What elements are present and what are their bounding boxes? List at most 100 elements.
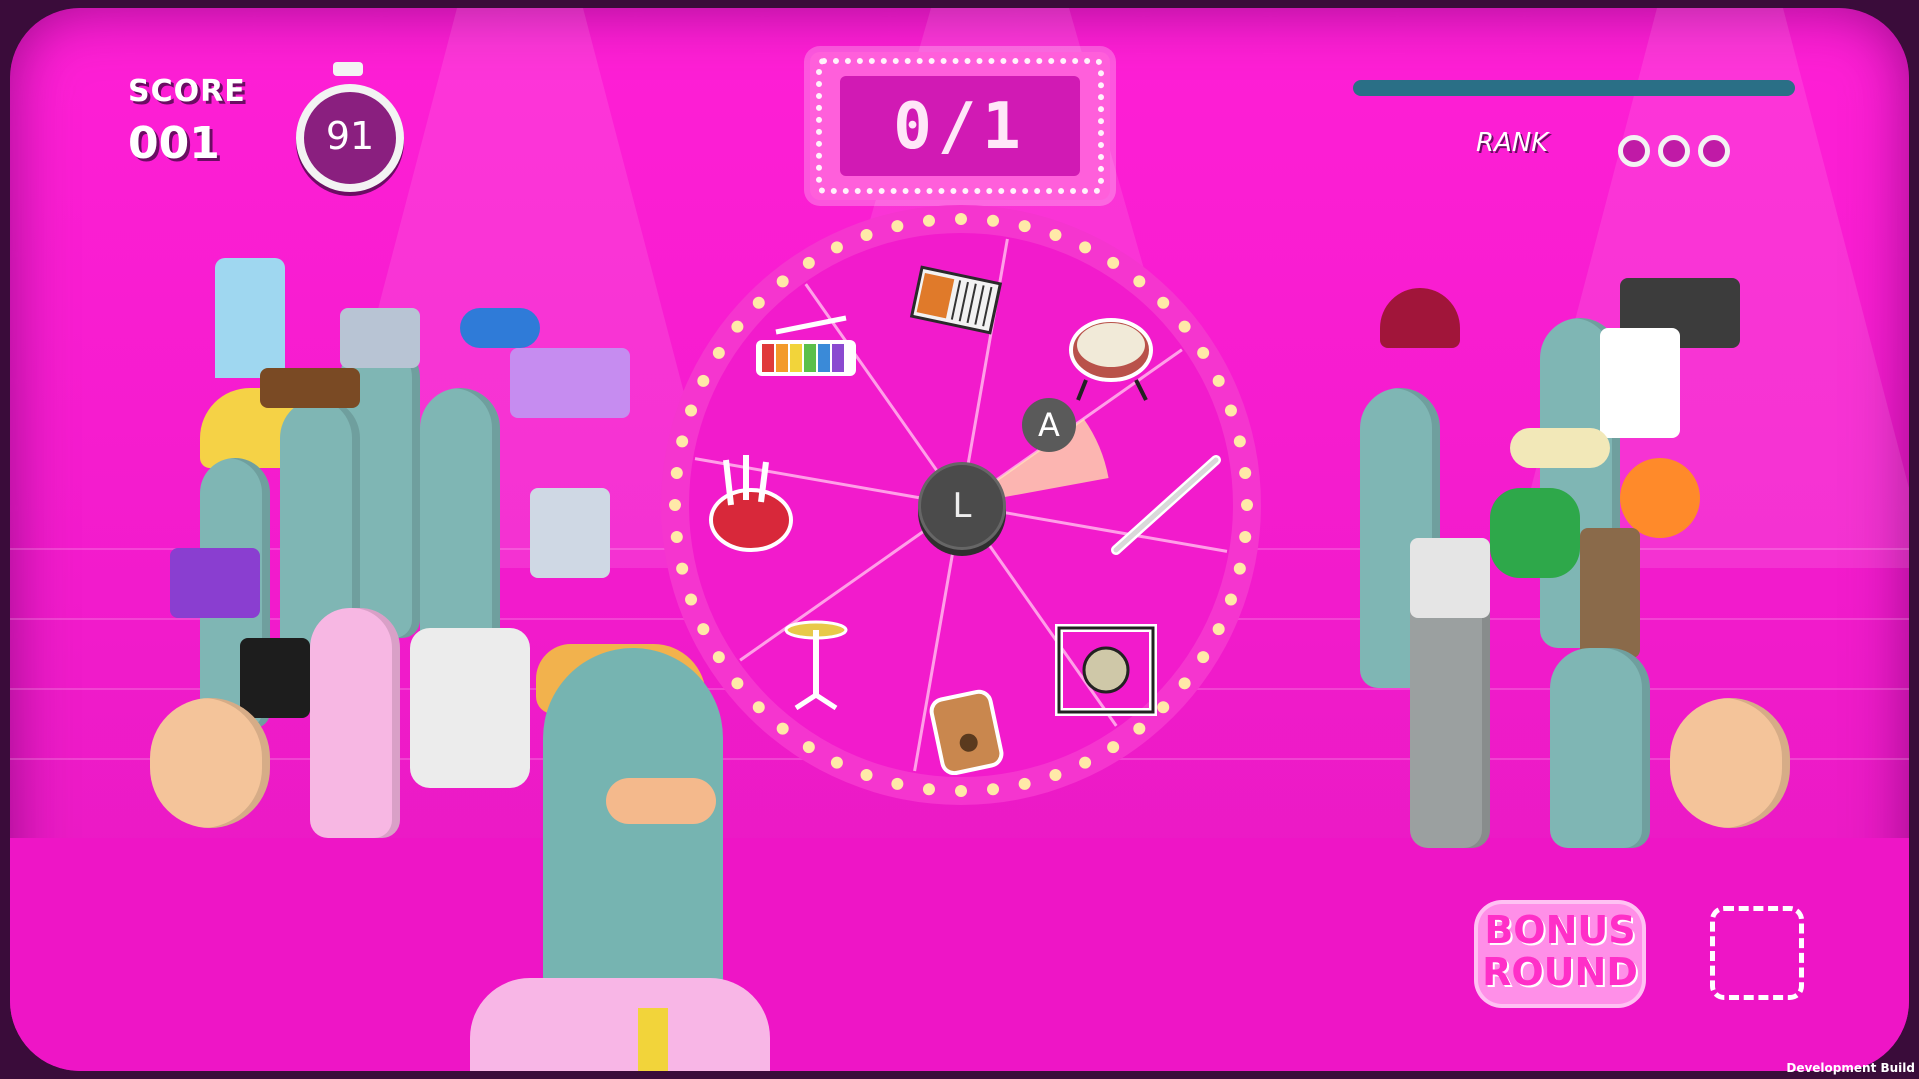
flute-icon[interactable] <box>1106 455 1226 555</box>
wheel-light <box>1079 756 1092 769</box>
instrument-wheel[interactable]: A L <box>656 200 1266 810</box>
wheel-light <box>1212 374 1225 387</box>
wheel-light <box>712 651 725 664</box>
wheel-light <box>712 346 725 359</box>
crowd-bird <box>1550 648 1650 848</box>
gamepad-hat <box>460 308 540 348</box>
foreground-bird-tie <box>638 1008 668 1071</box>
wheel-light <box>776 275 789 288</box>
rank-pip <box>1618 135 1650 167</box>
wheel-light <box>670 531 683 544</box>
wheel-light <box>1233 435 1246 448</box>
wheel-light <box>1224 593 1237 606</box>
crown-hat <box>1380 288 1460 348</box>
sombrero-hat <box>1510 428 1610 468</box>
wheel-light <box>1107 741 1120 754</box>
wheel-light <box>676 562 689 575</box>
l-stick-button[interactable]: L <box>918 462 1006 550</box>
wheel-light <box>1233 562 1246 575</box>
bonus-round-badge: BONUS ROUND <box>1478 904 1642 1004</box>
wheel-light <box>1241 499 1253 511</box>
tree-trunk-costume <box>1580 528 1640 658</box>
wheel-light <box>1239 531 1252 544</box>
wheel-light <box>1197 651 1210 664</box>
wheel-light <box>697 374 710 387</box>
a-button[interactable]: A <box>1022 398 1076 452</box>
wheel-light <box>670 466 683 479</box>
washing-machine-costume <box>410 628 530 788</box>
bagpipes-icon[interactable] <box>691 455 811 555</box>
wheel-light <box>1049 229 1062 242</box>
wheel-light <box>1178 320 1191 333</box>
wheel-light <box>1107 256 1120 269</box>
counter-display: 0/1 <box>840 76 1080 176</box>
knight-helmet-hat <box>530 488 610 578</box>
wheel-light <box>1178 677 1191 690</box>
progress-counter-panel: 0/1 <box>810 52 1110 200</box>
castle-tower-hat <box>1600 328 1680 438</box>
wheel-light <box>669 499 681 511</box>
boombox-hat <box>510 348 630 418</box>
wheel-light <box>1239 466 1252 479</box>
bass-drum-icon[interactable] <box>1051 305 1171 405</box>
gong-icon[interactable] <box>1046 620 1166 720</box>
wheel-light <box>1133 275 1146 288</box>
wheel-light <box>922 214 935 227</box>
score-label: SCORE <box>128 74 246 109</box>
pirate-hat <box>260 368 360 408</box>
wheel-light <box>955 213 967 225</box>
bonus-item-slot <box>1710 906 1804 1000</box>
xylophone-icon[interactable] <box>746 300 866 400</box>
wheel-light <box>697 623 710 636</box>
wheel-light <box>1079 241 1092 254</box>
bonus-line-1: BONUS <box>1484 908 1636 952</box>
rank-pip <box>1658 135 1690 167</box>
sumo-bird <box>150 698 270 828</box>
wheel-light <box>685 404 698 417</box>
score-value: 001 <box>128 118 220 169</box>
wheel-light <box>685 593 698 606</box>
wheel-light <box>860 229 873 242</box>
rank-pip <box>1698 135 1730 167</box>
cymbal-icon[interactable] <box>756 610 876 710</box>
wheel-light <box>1133 722 1146 735</box>
top-hat-white <box>1410 538 1490 618</box>
counter-text: 0/1 <box>893 90 1027 164</box>
wheel-light <box>987 214 1000 227</box>
timer-value: 91 <box>325 114 375 158</box>
kalimba-icon[interactable] <box>906 680 1026 780</box>
feather-headdress <box>1620 458 1700 538</box>
wheel-light <box>802 741 815 754</box>
stopwatch-knob <box>333 62 363 76</box>
wheel-light <box>1018 220 1031 233</box>
wheel-light <box>1197 346 1210 359</box>
wheel-light <box>891 220 904 233</box>
sumo-bird <box>1670 698 1790 828</box>
top-hat-purple <box>170 548 260 618</box>
castle-tower-hat <box>215 258 285 378</box>
wheel-light <box>1049 768 1062 781</box>
wheel-light <box>1224 404 1237 417</box>
rank-label: RANK <box>1476 128 1549 158</box>
dinosaur-costume <box>1490 488 1580 578</box>
stopwatch-icon: 91 <box>296 84 404 192</box>
wheel-light <box>676 435 689 448</box>
wheel-light <box>987 783 1000 796</box>
wheel-light <box>830 756 843 769</box>
wheel-light <box>731 320 744 333</box>
wheel-light <box>731 677 744 690</box>
wheel-light <box>922 783 935 796</box>
wheel-light <box>891 777 904 790</box>
rank-progress-bar <box>1353 80 1795 96</box>
happy-hour-sign <box>240 638 310 718</box>
wheel-light <box>955 785 967 797</box>
wheel-light <box>830 241 843 254</box>
wheel-light <box>1212 623 1225 636</box>
wheel-light <box>860 768 873 781</box>
accordion-icon[interactable] <box>896 250 1016 350</box>
wheel-light <box>776 722 789 735</box>
foreground-bird-suit <box>470 978 770 1071</box>
wheel-light <box>802 256 815 269</box>
bonus-line-2: ROUND <box>1482 950 1638 994</box>
build-label: Development Build <box>1786 1061 1915 1075</box>
